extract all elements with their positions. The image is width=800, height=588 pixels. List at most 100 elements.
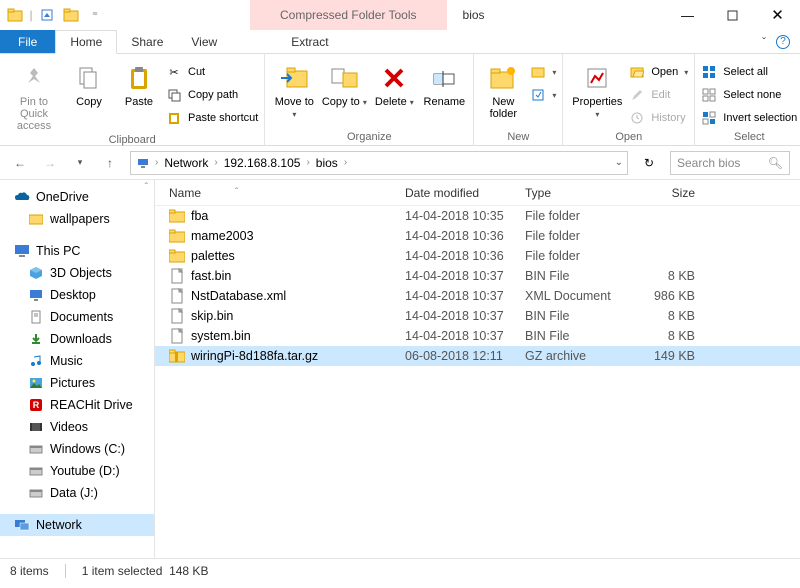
file-type: GZ archive — [525, 349, 635, 363]
help-icon[interactable]: ? — [776, 35, 790, 49]
navpane-scroll-up-icon[interactable]: ˆ — [145, 182, 148, 193]
maximize-button[interactable] — [710, 0, 755, 30]
move-to-button[interactable]: Move to ▾ — [271, 60, 317, 120]
tab-home[interactable]: Home — [55, 30, 117, 54]
paste-icon — [123, 62, 155, 94]
nav-item-icon — [28, 353, 44, 369]
nav-windows-c-[interactable]: Windows (C:) — [0, 438, 154, 460]
nav-item-icon — [28, 331, 44, 347]
cut-button[interactable]: ✂Cut — [166, 62, 258, 82]
open-button[interactable]: Open ▾ — [629, 62, 688, 82]
chevron-down-icon: ▾ — [363, 98, 367, 107]
file-name: wiringPi-8d188fa.tar.gz — [191, 349, 318, 363]
file-row[interactable]: mame200314-04-2018 10:36File folder — [155, 226, 800, 246]
file-row[interactable]: system.bin14-04-2018 10:37BIN File8 KB — [155, 326, 800, 346]
new-item-icon — [530, 64, 546, 80]
chevron-down-icon: ▾ — [595, 110, 599, 119]
recent-locations-button[interactable]: ▾ — [70, 153, 90, 173]
column-name[interactable]: Nameˆ — [155, 186, 405, 200]
tab-extract[interactable]: Extract — [261, 30, 358, 53]
pin-to-quick-access-button[interactable]: Pin to Quick access — [6, 60, 62, 132]
forward-button[interactable]: → — [40, 153, 60, 173]
copy-path-button[interactable]: Copy path — [166, 85, 258, 105]
nav-desktop[interactable]: Desktop — [0, 284, 154, 306]
file-row[interactable]: fba14-04-2018 10:35File folder — [155, 206, 800, 226]
nav-network[interactable]: Network — [0, 514, 154, 536]
file-name: fast.bin — [191, 269, 231, 283]
nav-data-j-[interactable]: Data (J:) — [0, 482, 154, 504]
nav-this-pc[interactable]: This PC — [0, 240, 154, 262]
minimize-button[interactable]: — — [665, 0, 710, 30]
tab-view[interactable]: View — [177, 30, 231, 53]
nav-item-icon — [28, 419, 44, 435]
properties-button[interactable]: Properties ▾ — [569, 60, 625, 120]
nav-item-icon — [28, 375, 44, 391]
paste-shortcut-button[interactable]: Paste shortcut — [166, 108, 258, 128]
nav-onedrive[interactable]: OneDrive — [0, 186, 154, 208]
qat-newfolder-icon[interactable] — [60, 4, 82, 26]
nav-3d-objects[interactable]: 3D Objects — [0, 262, 154, 284]
close-button[interactable]: ✕ — [755, 0, 800, 30]
ribbon-collapse-icon[interactable]: ˇ — [762, 35, 766, 49]
folder-icon[interactable] — [4, 4, 26, 26]
search-box[interactable]: Search bios 🔍︎ — [670, 151, 790, 175]
qat-properties-icon[interactable] — [36, 4, 58, 26]
nav-documents[interactable]: Documents — [0, 306, 154, 328]
copy-button[interactable]: Copy — [66, 60, 112, 108]
sort-indicator-icon: ˆ — [235, 187, 238, 198]
status-selection: 1 item selected 148 KB — [82, 564, 209, 578]
nav-wallpapers[interactable]: wallpapers — [0, 208, 154, 230]
nav-reachit-drive[interactable]: RREACHit Drive — [0, 394, 154, 416]
history-button[interactable]: History — [629, 108, 688, 128]
paste-button[interactable]: Paste — [116, 60, 162, 108]
column-date[interactable]: Date modified — [405, 186, 525, 200]
nav-youtube-d-[interactable]: Youtube (D:) — [0, 460, 154, 482]
column-size[interactable]: Size — [635, 186, 725, 200]
new-folder-button[interactable]: New folder — [480, 60, 526, 120]
file-icon — [169, 328, 185, 344]
file-row[interactable]: skip.bin14-04-2018 10:37BIN File8 KB — [155, 306, 800, 326]
this-pc-icon — [14, 243, 30, 259]
column-type[interactable]: Type — [525, 186, 635, 200]
file-type: BIN File — [525, 329, 635, 343]
network-icon — [14, 517, 30, 533]
pin-icon — [18, 62, 50, 94]
select-none-button[interactable]: Select none — [701, 85, 797, 105]
qat-customize-icon[interactable]: ⁼ — [84, 4, 106, 26]
file-row[interactable]: wiringPi-8d188fa.tar.gz06-08-2018 12:11G… — [155, 346, 800, 366]
nav-item-icon — [28, 463, 44, 479]
nav-videos[interactable]: Videos — [0, 416, 154, 438]
rename-button[interactable]: Rename — [421, 60, 467, 108]
select-all-button[interactable]: Select all — [701, 62, 797, 82]
edit-button[interactable]: Edit — [629, 85, 688, 105]
delete-button[interactable]: Delete ▾ — [371, 60, 417, 108]
file-row[interactable]: palettes14-04-2018 10:36File folder — [155, 246, 800, 266]
invert-selection-button[interactable]: Invert selection — [701, 108, 797, 128]
breadcrumb-host[interactable]: 192.168.8.105 — [222, 156, 303, 170]
address-dropdown-icon[interactable]: ⌄ — [615, 157, 623, 168]
address-bar[interactable]: › Network› 192.168.8.105› bios› ⌄ — [130, 151, 628, 175]
back-button[interactable]: ← — [10, 153, 30, 173]
file-type: BIN File — [525, 309, 635, 323]
copy-to-button[interactable]: Copy to ▾ — [321, 60, 367, 108]
copy-to-icon — [328, 62, 360, 94]
easy-access-icon — [530, 87, 546, 103]
file-row[interactable]: fast.bin14-04-2018 10:37BIN File8 KB — [155, 266, 800, 286]
file-rows[interactable]: fba14-04-2018 10:35File foldermame200314… — [155, 206, 800, 558]
nav-item-icon — [28, 309, 44, 325]
up-button[interactable]: ↑ — [100, 153, 120, 173]
breadcrumb-network[interactable]: Network — [162, 156, 210, 170]
nav-pictures[interactable]: Pictures — [0, 372, 154, 394]
new-item-button[interactable]: ▾ — [530, 62, 556, 82]
file-name: fba — [191, 209, 208, 223]
tab-file[interactable]: File — [0, 30, 55, 53]
breadcrumb-folder[interactable]: bios — [314, 156, 340, 170]
refresh-button[interactable]: ↻ — [638, 152, 660, 174]
navigation-pane[interactable]: ˆ OneDrive wallpapers This PC 3D Objects… — [0, 180, 155, 558]
tab-share[interactable]: Share — [117, 30, 177, 53]
file-row[interactable]: NstDatabase.xml14-04-2018 10:37XML Docum… — [155, 286, 800, 306]
easy-access-button[interactable]: ▾ — [530, 85, 556, 105]
qat-divider: | — [28, 4, 34, 26]
nav-downloads[interactable]: Downloads — [0, 328, 154, 350]
nav-music[interactable]: Music — [0, 350, 154, 372]
